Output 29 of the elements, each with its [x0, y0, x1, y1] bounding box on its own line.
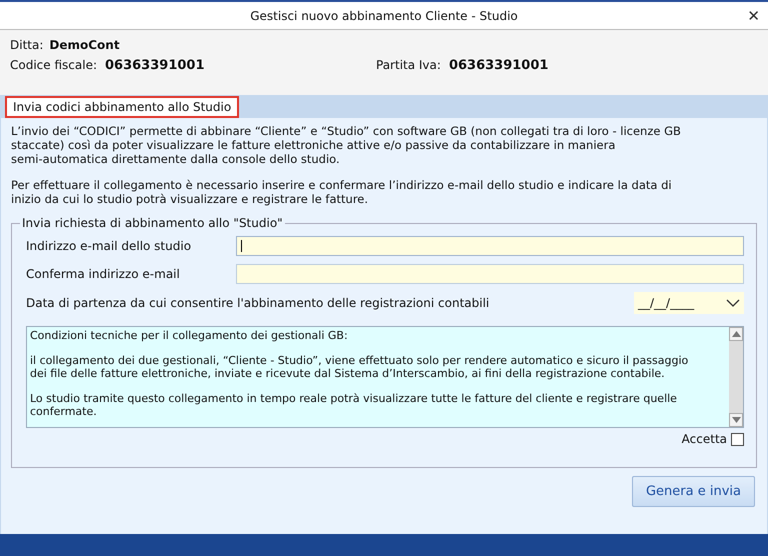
ditta-label: Ditta: — [10, 38, 44, 52]
conditions-textbox[interactable] — [26, 326, 744, 428]
intro-paragraph: Per effettuare il collegamento è necessario inserire e confermare l’indirizzo e-mail dello studio e indicare la data di inizio da cui lo studio potrà visualizzare e registrare le fatture. — [11, 178, 673, 206]
accept-label: Accetta — [682, 432, 727, 446]
generate-send-button[interactable]: Genera e invia — [632, 476, 755, 507]
chevron-down-icon — [726, 299, 740, 307]
input-field[interactable] — [236, 264, 744, 284]
intro-paragraph: L’invio dei “CODICI” permette di abbinare “Cliente” e “Studio” con software GB (non collegati tra di loro - licenze GB staccate) così da poter visualizzare le fatture elettroniche attive e/o passive da contabilizzare in maniera semi-automatica direttamente dalla console dello studio. — [11, 124, 682, 166]
partita-iva-label: Partita Iva: — [376, 58, 441, 72]
field-label: Data di partenza da cui consentire l'abbinamento delle registrazioni contabili — [26, 296, 490, 310]
date-picker[interactable]: __/__/____ — [634, 292, 744, 314]
ditta-value: DemoCont — [49, 38, 120, 52]
field-label: Indirizzo e-mail dello studio — [26, 239, 192, 253]
scroll-up-icon — [732, 331, 740, 337]
codice-fiscale-label: Codice fiscale: — [10, 58, 97, 72]
conditions-paragraph: Condizioni tecniche per il collegamento dei gestionali GB: — [30, 329, 349, 342]
conditions-paragraph: il collegamento dei due gestionali, “Cliente - Studio”, viene effettuato solo per rendere automatico e sicuro il passaggio dei file delle fatture elettroniche, inviate e ricevute dal Sistema d’Interscambio, ai fini della registrazione contabile. — [30, 354, 690, 380]
input-field[interactable] — [236, 236, 744, 256]
group-title: Invia richiesta di abbinamento allo "Studio" — [21, 216, 284, 230]
window-title: Gestisci nuovo abbinamento Cliente - Studio — [250, 8, 518, 22]
field-label: Conferma indirizzo e-mail — [26, 267, 180, 281]
partita-iva-value: 06363391001 — [448, 58, 548, 73]
tab[interactable]: Invia codici abbinamento allo Studio — [5, 96, 240, 118]
close-button[interactable]: ✕ — [745, 7, 762, 25]
scrollbar[interactable] — [729, 327, 743, 427]
conditions-paragraph: Lo studio tramite questo collegamento in tempo reale potrà visualizzare tutte le fatture del cliente e registrare quelle confermate. — [30, 392, 678, 418]
scroll-down-icon — [732, 417, 740, 423]
accept-checkbox[interactable] — [731, 432, 744, 446]
codice-fiscale-value: 06363391001 — [105, 58, 204, 73]
